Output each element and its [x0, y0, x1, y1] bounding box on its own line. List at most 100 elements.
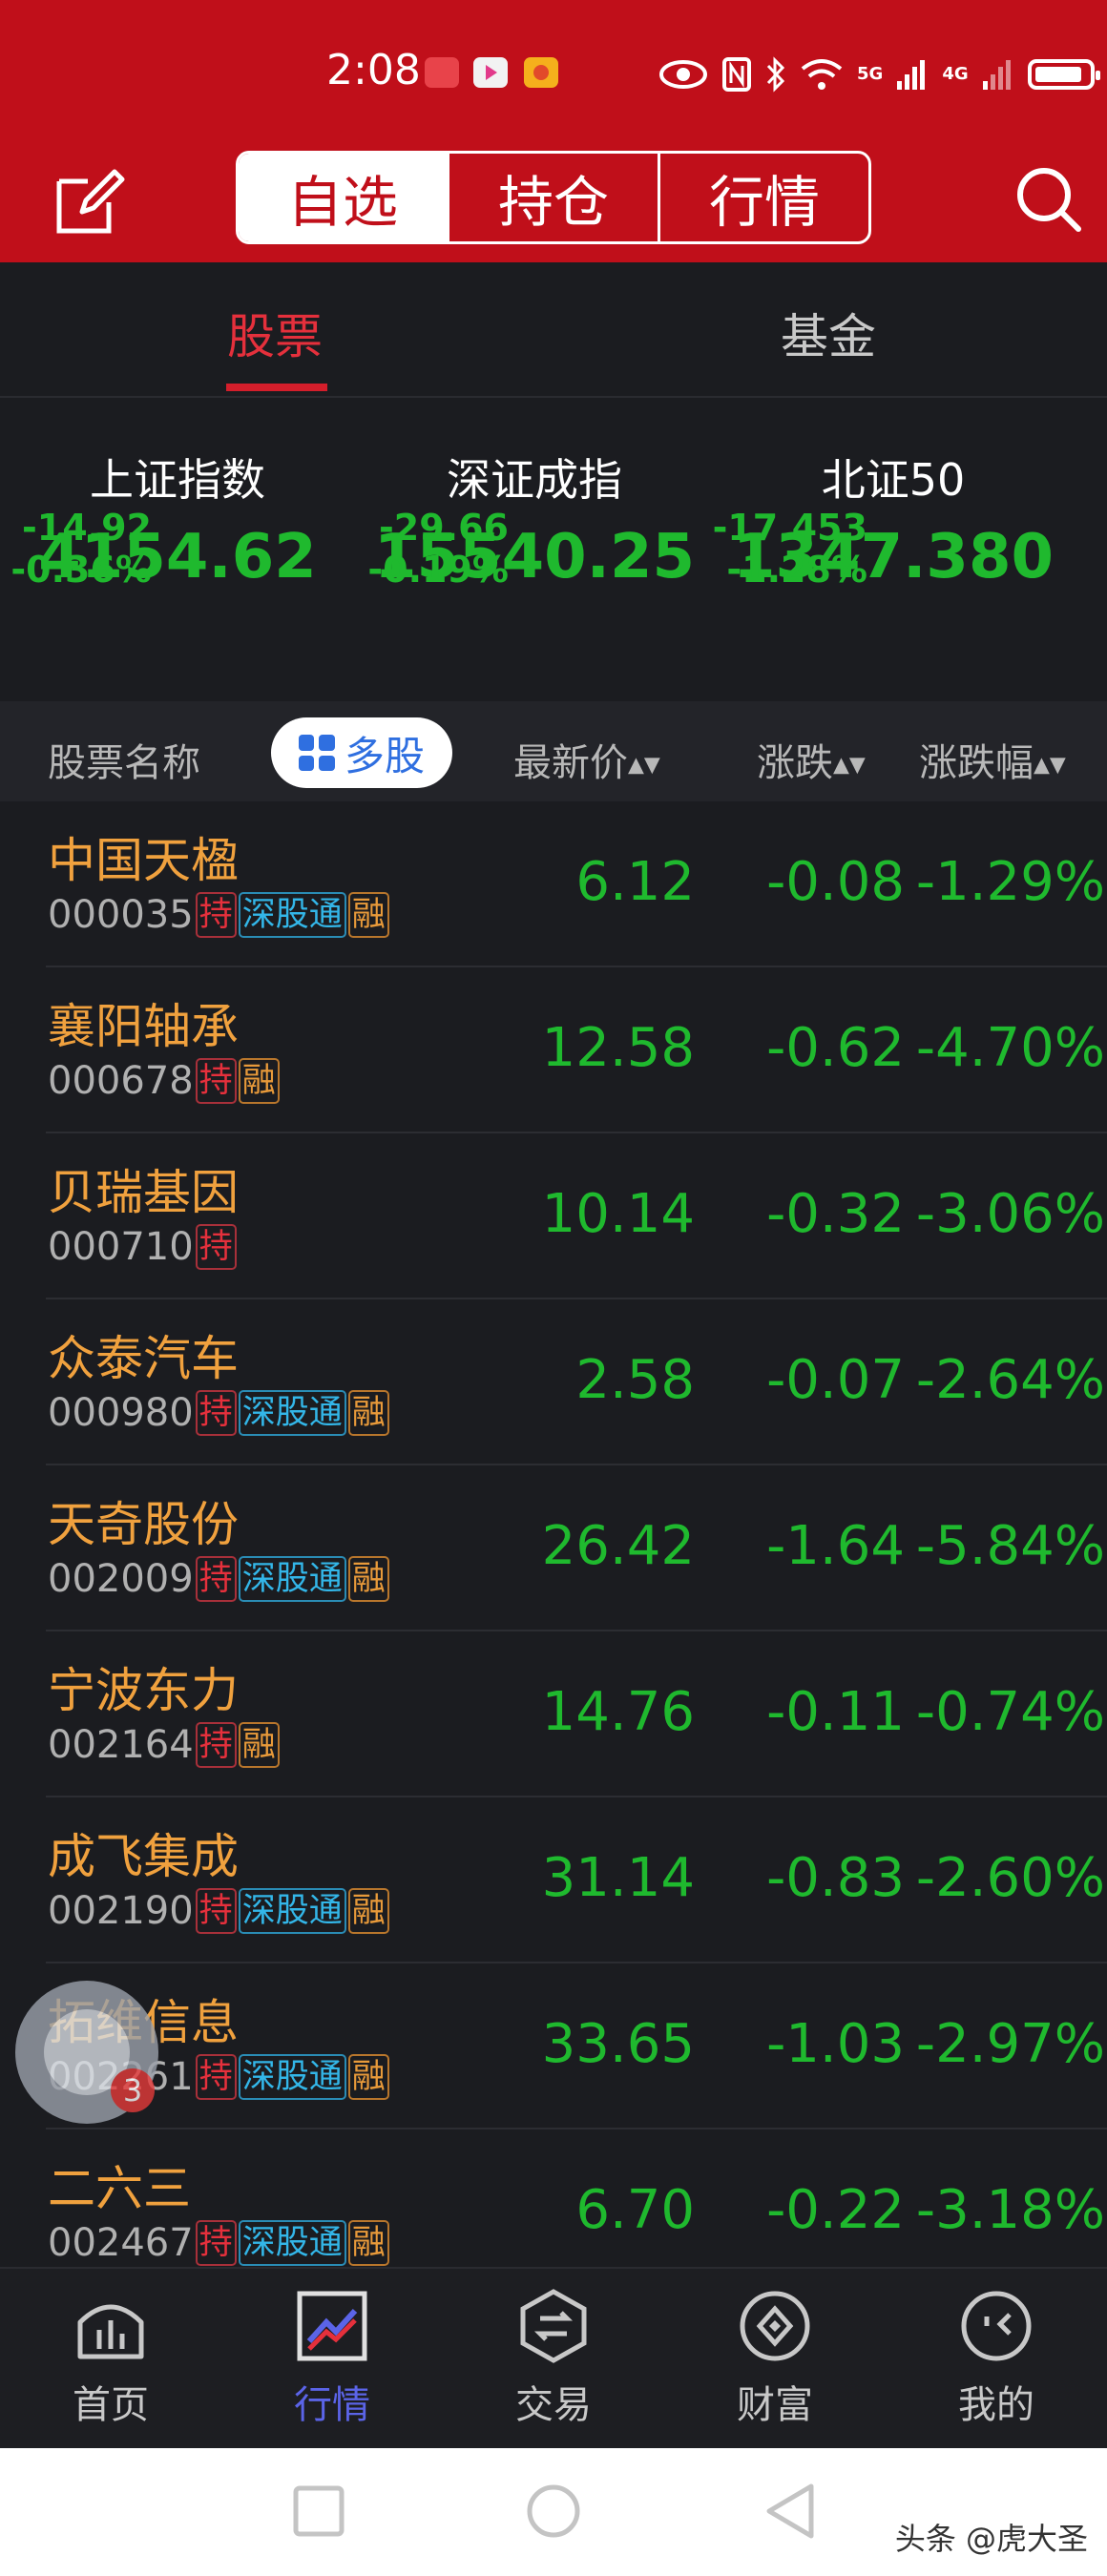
- stock-row[interactable]: 襄阳轴承 000678 持融 12.58 -0.62 -4.70%: [46, 967, 1107, 1133]
- nav-home[interactable]: 首页: [0, 2288, 221, 2429]
- notification-badge: 3: [111, 2068, 155, 2112]
- tag-hold: 持: [195, 1722, 237, 1768]
- index-change: -14.92 -0.36%: [10, 507, 152, 591]
- stock-name: 襄阳轴承: [48, 999, 239, 1054]
- stock-change-pct: -2.97%: [915, 2013, 1105, 2075]
- stock-row[interactable]: 成飞集成 002190 持深股通融 31.14 -0.83 -2.60%: [46, 1797, 1107, 1963]
- tab-holdings[interactable]: 持仓: [447, 154, 658, 241]
- recent-apps-icon[interactable]: [292, 2484, 345, 2538]
- wealth-diamond-icon: [740, 2291, 810, 2361]
- signal-icon: [897, 60, 926, 90]
- watermark: 头条 @虎大圣: [894, 2521, 1088, 2557]
- top-segment-tabs: 自选 持仓 行情: [236, 151, 871, 244]
- battery-icon: [1027, 59, 1100, 90]
- column-latest-price[interactable]: 最新价▲▼: [513, 732, 660, 787]
- tab-funds[interactable]: 基金: [781, 299, 876, 367]
- stock-code-line: 000980 持深股通融: [48, 1390, 389, 1436]
- bottom-navigation: 首页 行情 交易 财富 我的: [0, 2267, 1107, 2450]
- stock-change-pct: -3.18%: [915, 2179, 1105, 2241]
- tag-hold: 持: [195, 1390, 237, 1436]
- tag-rong: 融: [347, 892, 389, 938]
- tag-sgt: 深股通: [238, 1390, 346, 1436]
- stock-name: 贝瑞基因: [48, 1165, 239, 1220]
- column-change[interactable]: 涨跌▲▼: [757, 732, 866, 787]
- app-header: 2:08 5G 4G 自选 持仓 行情: [0, 0, 1107, 262]
- app-notification-icon: [425, 57, 459, 88]
- stock-name: 天奇股份: [48, 1497, 239, 1552]
- assistant-float-button[interactable]: 3: [15, 1981, 158, 2124]
- stock-row[interactable]: 中国天楹 000035 持深股通融 6.12 -0.08 -1.29%: [46, 801, 1107, 967]
- nav-wealth[interactable]: 财富: [664, 2288, 886, 2429]
- asset-type-tabs: 股票 基金: [0, 262, 1107, 398]
- tag-hold: 持: [195, 2220, 237, 2266]
- tag-sgt: 深股通: [238, 2054, 346, 2100]
- nav-trade[interactable]: 交易: [443, 2288, 664, 2429]
- stock-change-pct: -2.60%: [915, 1847, 1105, 1909]
- stock-change: -0.83: [766, 1847, 905, 1909]
- status-bar: 2:08 5G 4G: [0, 0, 1107, 153]
- tab-stocks[interactable]: 股票: [227, 299, 323, 367]
- stock-change-pct: -4.70%: [915, 1017, 1105, 1079]
- stock-row[interactable]: 宁波东力 002164 持融 14.76 -0.11 -0.74%: [46, 1631, 1107, 1797]
- stock-price: 26.42: [541, 1515, 695, 1577]
- active-tab-underline: [226, 384, 327, 391]
- sort-icon: ▲▼: [833, 753, 866, 778]
- stock-change: -0.07: [766, 1349, 905, 1411]
- stock-change-pct: -3.06%: [915, 1183, 1105, 1245]
- stock-change-pct: -1.29%: [915, 851, 1105, 913]
- stock-change-pct: -5.84%: [915, 1515, 1105, 1577]
- tab-watchlist[interactable]: 自选: [239, 154, 447, 241]
- stock-row[interactable]: 贝瑞基因 000710 持 10.14 -0.32 -3.06%: [46, 1133, 1107, 1299]
- stock-code-line: 000710 持: [48, 1224, 237, 1270]
- tag-hold: 持: [195, 2054, 237, 2100]
- signal-weak-icon: [982, 60, 1011, 90]
- stock-name: 众泰汽车: [48, 1331, 239, 1386]
- stock-code-line: 002164 持融: [48, 1722, 280, 1768]
- index-card-shanghai[interactable]: 上证指数 4154.62 -14.92 -0.36%: [1, 446, 354, 592]
- stock-change: -0.32: [766, 1183, 905, 1245]
- grid-icon: [298, 735, 335, 771]
- home-chart-icon: [77, 2304, 144, 2359]
- column-change-pct[interactable]: 涨跌幅▲▼: [919, 732, 1066, 787]
- search-icon[interactable]: [1012, 162, 1084, 235]
- index-name: 北证50: [821, 454, 966, 506]
- tag-rong: 融: [347, 2054, 389, 2100]
- stock-row[interactable]: 拓维信息002261持深股通融33.65-1.03-2.97%: [46, 1963, 1107, 2129]
- stock-price: 14.76: [541, 1681, 695, 1743]
- tag-hold: 持: [195, 1556, 237, 1602]
- tag-hold: 持: [195, 1888, 237, 1934]
- stock-code: 000035: [48, 893, 194, 937]
- multi-stock-button[interactable]: 多股: [271, 717, 452, 788]
- back-triangle-icon[interactable]: [763, 2483, 817, 2540]
- tag-sgt: 深股通: [238, 1888, 346, 1934]
- profile-face-icon: [961, 2291, 1032, 2361]
- home-circle-icon[interactable]: [525, 2483, 582, 2540]
- stock-row[interactable]: 天奇股份 002009 持深股通融 26.42 -1.64 -5.84%: [46, 1465, 1107, 1631]
- column-stock-name: 股票名称: [48, 741, 200, 785]
- nav-profile[interactable]: 我的: [886, 2288, 1107, 2429]
- stock-code-line: 002190 持深股通融: [48, 1888, 389, 1934]
- stock-code: 002190: [48, 1889, 194, 1933]
- nav-market[interactable]: 行情: [221, 2288, 443, 2429]
- stock-change: -0.08: [766, 851, 905, 913]
- wallet-notification-icon: [524, 57, 558, 88]
- tab-market[interactable]: 行情: [658, 154, 868, 241]
- stock-row[interactable]: 众泰汽车 000980 持深股通融 2.58 -0.07 -2.64%: [46, 1299, 1107, 1465]
- stock-code: 002164: [48, 1723, 194, 1767]
- index-card-beijing50[interactable]: 北证50 1347.380 -17.453 -1.28%: [713, 446, 1070, 592]
- stock-price: 31.14: [541, 1847, 695, 1909]
- trade-exchange-icon: [520, 2289, 587, 2363]
- tag-rong: 融: [238, 1058, 280, 1104]
- stock-change: -0.11: [766, 1681, 905, 1743]
- market-indices: 上证指数 4154.62 -14.92 -0.36% 深证成指 15540.25…: [0, 398, 1107, 701]
- index-name: 深证成指: [447, 454, 622, 506]
- stock-change: -1.64: [766, 1515, 905, 1577]
- edit-icon[interactable]: [53, 164, 126, 237]
- stock-code-line: 000035 持深股通融: [48, 892, 389, 938]
- index-card-shenzhen[interactable]: 深证成指 15540.25 -29.66 -0.19%: [358, 446, 711, 592]
- market-trend-icon: [297, 2291, 367, 2361]
- stock-price: 33.65: [541, 2013, 695, 2075]
- index-change: -29.66 -0.19%: [367, 507, 509, 591]
- stock-change: -1.03: [766, 2013, 905, 2075]
- stock-name: 中国天楹: [48, 833, 239, 888]
